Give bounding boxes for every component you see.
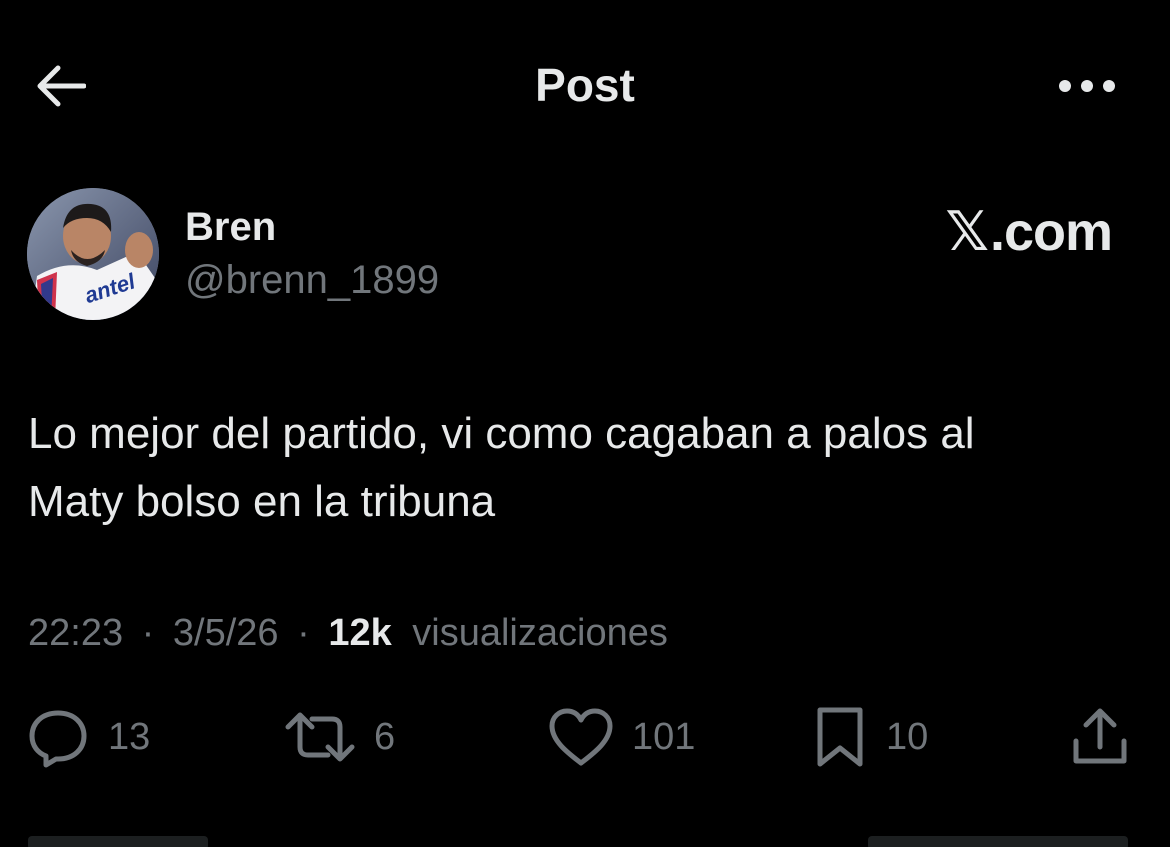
bookmark-icon xyxy=(817,707,863,767)
x-com-watermark: 𝕏 .com xyxy=(945,200,1113,263)
tweet-meta: 22:23 · 3/5/26 · 12k visualizaciones xyxy=(28,612,668,655)
author-name[interactable]: Bren xyxy=(185,205,276,250)
back-button[interactable] xyxy=(30,58,90,114)
more-options-button[interactable] xyxy=(1052,62,1122,110)
bookmark-count: 10 xyxy=(886,715,929,758)
reply-button[interactable]: 13 xyxy=(26,702,150,772)
reply-count: 13 xyxy=(108,715,151,758)
tweet-text-line: Lo mejor del partido, vi como cagaban a … xyxy=(28,409,975,458)
next-row-cropped xyxy=(28,836,1148,847)
like-button[interactable]: 101 xyxy=(548,702,695,772)
retweet-button[interactable]: 6 xyxy=(284,702,395,772)
share-button[interactable] xyxy=(1068,702,1132,772)
avatar-image: antel xyxy=(27,188,159,320)
cropped-text-left xyxy=(28,836,208,847)
bookmark-button[interactable]: 10 xyxy=(812,702,928,772)
tweet-date[interactable]: 3/5/26 xyxy=(173,612,279,654)
reply-icon xyxy=(29,710,87,768)
author-handle[interactable]: @brenn_1899 xyxy=(185,258,439,303)
post-screen: Post antel Bren @brenn_1899 𝕏 .com Lo me… xyxy=(0,0,1170,847)
avatar[interactable]: antel xyxy=(27,188,159,320)
retweet-icon xyxy=(285,712,355,762)
tweet-time[interactable]: 22:23 xyxy=(28,612,123,654)
views-count[interactable]: 12k xyxy=(328,612,391,654)
share-icon xyxy=(1073,708,1127,764)
meta-separator: · xyxy=(297,612,310,654)
cropped-text-right xyxy=(868,836,1128,847)
views-label[interactable]: visualizaciones xyxy=(412,612,668,654)
heart-icon xyxy=(549,708,613,766)
arrow-left-icon xyxy=(37,65,86,107)
meta-separator: · xyxy=(141,612,155,654)
x-logo-icon: 𝕏 xyxy=(945,202,989,262)
tweet-text-line: Maty bolso en la tribuna xyxy=(28,477,496,526)
more-horizontal-icon xyxy=(1059,80,1115,92)
page-title: Post xyxy=(535,59,635,111)
like-count: 101 xyxy=(632,715,696,758)
retweet-count: 6 xyxy=(374,715,396,758)
tweet-text: Lo mejor del partido, vi como cagaban a … xyxy=(28,400,1148,536)
watermark-text: .com xyxy=(989,201,1113,262)
